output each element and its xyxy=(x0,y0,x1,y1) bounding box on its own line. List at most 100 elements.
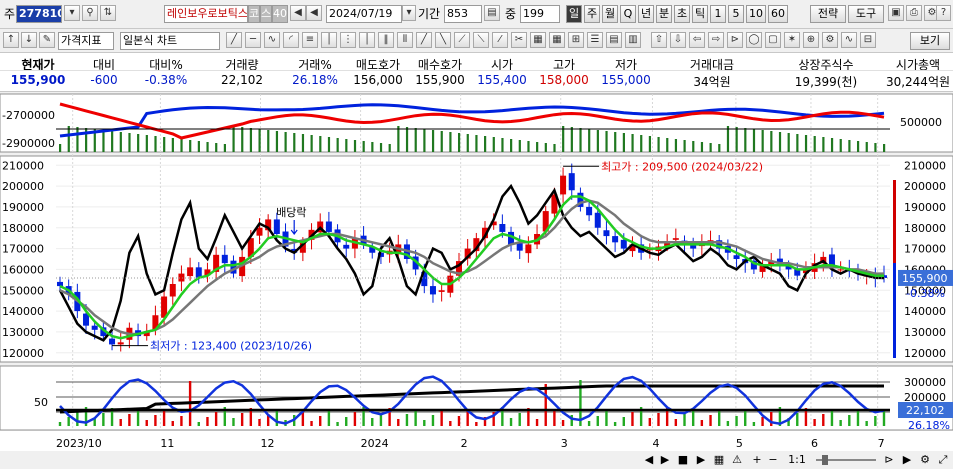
x-axis-label: 2 xyxy=(461,437,468,450)
period-button[interactable]: 10 xyxy=(746,5,766,23)
price-tick-left: 210000 xyxy=(2,159,44,172)
channel-up-tool-icon[interactable]: ⟋ xyxy=(454,32,470,48)
list-tool-icon[interactable]: ☰ xyxy=(587,32,603,48)
wave-tool-icon[interactable]: ∿ xyxy=(264,32,280,48)
down-arrow-icon[interactable]: ↓ xyxy=(21,32,37,48)
next-page-icon[interactable]: ▶ xyxy=(900,452,914,468)
volume-bar xyxy=(414,409,417,426)
channel-down-tool-icon[interactable]: ⟍ xyxy=(473,32,489,48)
next-icon[interactable]: ◀ xyxy=(306,5,322,21)
help-icon[interactable]: ? xyxy=(936,5,951,21)
volume-bar-top xyxy=(735,127,738,152)
period-button[interactable]: 틱 xyxy=(692,5,708,23)
hline-tool-icon[interactable]: ─ xyxy=(245,32,261,48)
grid-icon[interactable]: ▦ xyxy=(712,452,726,468)
left-tool-icon[interactable]: ⇦ xyxy=(689,32,705,48)
play-icon[interactable]: ▶ xyxy=(694,452,708,468)
chart-settings-icon[interactable]: ⚙ xyxy=(918,452,932,468)
scroll-right-icon[interactable]: ▶ xyxy=(658,452,672,468)
slash-tool-icon[interactable]: ⁄ xyxy=(492,32,508,48)
volume-bar xyxy=(718,410,721,426)
chart-type-select[interactable]: 일본식 차트 xyxy=(120,32,220,50)
play-tool-icon[interactable]: ⊳ xyxy=(727,32,743,48)
zoom-slider[interactable] xyxy=(816,452,876,468)
warning-icon[interactable]: ⚠ xyxy=(730,452,744,468)
edit-icon[interactable]: ✎ xyxy=(39,32,55,48)
grid-tool-icon[interactable]: ▦ xyxy=(530,32,546,48)
stock-code-input[interactable]: 277810 xyxy=(16,5,62,23)
dvline-tool-icon[interactable]: ‖ xyxy=(378,32,394,48)
period-button[interactable]: 일 xyxy=(566,5,582,23)
volume-bar xyxy=(796,413,799,426)
right-tool-icon[interactable]: ⇨ xyxy=(708,32,724,48)
period-button[interactable]: 1 xyxy=(710,5,726,23)
down-tool-icon[interactable]: ⇩ xyxy=(670,32,686,48)
company-name-field[interactable]: 레인보우로보틱스 xyxy=(164,5,248,23)
vline2-tool-icon[interactable]: │ xyxy=(359,32,375,48)
period-button[interactable]: 주 xyxy=(584,5,600,23)
line-tool-icon[interactable]: ╱ xyxy=(226,32,242,48)
candle-body xyxy=(620,239,627,249)
wave2-tool-icon[interactable]: ∿ xyxy=(841,32,857,48)
save-icon[interactable]: ▣ xyxy=(888,5,904,21)
tools-button[interactable]: 도구 xyxy=(848,5,884,23)
volume-bar-top xyxy=(249,128,253,152)
zoom-out-icon[interactable]: − xyxy=(766,452,780,468)
zoom-in-icon[interactable]: + xyxy=(750,452,764,468)
prev-icon[interactable]: ◀ xyxy=(290,5,306,21)
add-tool-icon[interactable]: ⊞ xyxy=(568,32,584,48)
up-arrow-icon[interactable]: ↑ xyxy=(3,32,19,48)
hatch-tool-icon[interactable]: ⫴ xyxy=(397,32,413,48)
candle-body xyxy=(525,244,532,254)
minus-tool-icon[interactable]: ⊟ xyxy=(860,32,876,48)
calendar-dropdown-icon[interactable]: ▾ xyxy=(402,5,416,21)
up-tool-icon[interactable]: ⇧ xyxy=(651,32,667,48)
period-button[interactable]: 초 xyxy=(674,5,690,23)
volume-bar-top xyxy=(518,140,521,152)
period-input[interactable]: 853 xyxy=(444,5,482,23)
dots-tool-icon[interactable]: ⋮ xyxy=(340,32,356,48)
scroll-end-icon[interactable]: ⊳ xyxy=(882,452,896,468)
scroll-left-icon[interactable]: ◀ xyxy=(642,452,656,468)
candle-body xyxy=(273,219,280,234)
zoom-ratio[interactable]: 1:1 xyxy=(784,452,810,468)
volume-bar-top xyxy=(640,135,643,152)
scroll-icon[interactable]: ▤ xyxy=(484,5,500,21)
price-chart[interactable]: 210000 210000 200000 200000 190000 190000 1800… xyxy=(0,92,953,452)
stop-icon[interactable]: ■ xyxy=(676,452,690,468)
dropdown-arrow-icon[interactable]: ▾ xyxy=(64,5,80,21)
strategy-button[interactable]: 전략 xyxy=(810,5,846,23)
period-button[interactable]: 분 xyxy=(656,5,672,23)
arc-tool-icon[interactable]: ◜ xyxy=(283,32,299,48)
volume-bar xyxy=(770,412,773,426)
trend-down-tool-icon[interactable]: ╲ xyxy=(435,32,451,48)
volume-bar xyxy=(58,422,62,426)
fibo-tool-icon[interactable]: ≡ xyxy=(302,32,318,48)
star-tool-icon[interactable]: ✶ xyxy=(784,32,800,48)
market-badge-1: 코 xyxy=(248,5,260,23)
period-button[interactable]: Q xyxy=(620,5,636,23)
gear-tool-icon[interactable]: ⚙ xyxy=(822,32,838,48)
cut-tool-icon[interactable]: ✂ xyxy=(511,32,527,48)
sort-icon[interactable]: ⇅ xyxy=(100,5,116,21)
volume-bar xyxy=(466,411,469,426)
period-button[interactable]: 년 xyxy=(638,5,654,23)
circle-tool-icon[interactable]: ◯ xyxy=(746,32,762,48)
rect-tool-icon[interactable]: ▢ xyxy=(765,32,781,48)
price-indicator-select[interactable]: 가격지표 xyxy=(58,32,114,50)
table2-tool-icon[interactable]: ▥ xyxy=(625,32,641,48)
table-tool-icon[interactable]: ▤ xyxy=(606,32,622,48)
period-button[interactable]: 월 xyxy=(602,5,618,23)
print-icon[interactable]: ⎙ xyxy=(906,5,922,21)
trend-up-tool-icon[interactable]: ╱ xyxy=(416,32,432,48)
vline-tool-icon[interactable]: │ xyxy=(321,32,337,48)
grid2-tool-icon[interactable]: ▦ xyxy=(549,32,565,48)
target-tool-icon[interactable]: ⊕ xyxy=(803,32,819,48)
period-button[interactable]: 5 xyxy=(728,5,744,23)
period-button[interactable]: 60 xyxy=(768,5,788,23)
date-input[interactable]: 2024/07/19 xyxy=(326,5,402,23)
search-icon[interactable]: ⚲ xyxy=(82,5,98,21)
ma-input[interactable]: 199 xyxy=(520,5,560,23)
fullscreen-icon[interactable]: ⤢ xyxy=(936,452,950,468)
view-button[interactable]: 보기 xyxy=(910,32,950,50)
